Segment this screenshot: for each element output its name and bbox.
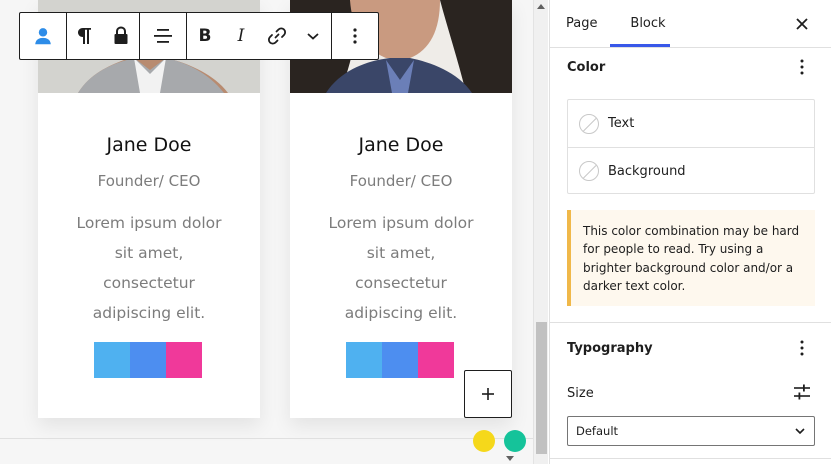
social-links (94, 342, 202, 378)
more-format-button[interactable] (295, 13, 331, 59)
scroll-down-arrow-icon[interactable] (506, 456, 514, 461)
bold-button[interactable]: B (187, 13, 223, 59)
user-block-button[interactable] (20, 13, 66, 59)
member-bio[interactable]: Lorem ipsum dolor sit amet, consectetur … (320, 208, 482, 328)
align-group (140, 13, 187, 59)
typography-section-title: Typography (567, 341, 653, 356)
options-group (332, 13, 378, 59)
editor-canvas: Jane Doe Founder/ CEO Lorem ipsum dolor … (0, 0, 533, 464)
canvas-scrollbar[interactable] (533, 0, 548, 464)
custom-size-toggle[interactable] (793, 383, 811, 401)
more-vertical-icon (800, 59, 804, 75)
link-button[interactable] (259, 13, 295, 59)
italic-button[interactable]: I (223, 13, 259, 59)
background-color-item[interactable]: Background (568, 147, 814, 194)
tab-block[interactable]: Block (624, 0, 672, 48)
text-color-item[interactable]: Text (568, 100, 814, 147)
bio-line: Lorem ipsum dolor (328, 214, 474, 232)
align-center-icon (154, 29, 172, 43)
settings-sidebar: Page Block Color Text Background This co… (549, 0, 831, 464)
member-name[interactable]: Jane Doe (38, 134, 260, 156)
member-name[interactable]: Jane Doe (290, 134, 512, 156)
text-color-label: Text (608, 116, 635, 131)
block-toolbar: B I (19, 12, 379, 60)
social-link-3[interactable] (166, 342, 202, 378)
bio-line: adipiscing elit. (344, 304, 458, 322)
lock-icon (114, 26, 128, 44)
sidebar-bottom-divider (550, 458, 831, 459)
social-link-3[interactable] (418, 342, 454, 378)
bio-line: sit amet, (366, 244, 436, 262)
social-links (346, 342, 454, 378)
grammarly-icon[interactable] (504, 430, 526, 452)
social-link-2[interactable] (382, 342, 418, 378)
grammarly-yellow-icon[interactable] (473, 430, 495, 452)
color-options-button[interactable] (792, 55, 812, 79)
active-tab-indicator (610, 44, 670, 47)
bio-line: Lorem ipsum dolor (76, 214, 222, 232)
background-color-label: Background (608, 163, 686, 179)
lock-button[interactable] (103, 13, 139, 59)
team-member-card[interactable]: Jane Doe Founder/ CEO Lorem ipsum dolor … (38, 0, 260, 418)
no-color-indicator-icon (579, 161, 599, 181)
contrast-warning-notice: This color combination may be hard for p… (567, 210, 815, 306)
font-size-value: Default (576, 424, 619, 438)
scrollbar-thumb[interactable] (536, 322, 547, 454)
pilcrow-icon (78, 28, 91, 44)
member-bio[interactable]: Lorem ipsum dolor sit amet, consectetur … (68, 208, 230, 328)
social-link-2[interactable] (130, 342, 166, 378)
tab-page[interactable]: Page (566, 0, 597, 48)
bio-line: consectetur (103, 274, 195, 292)
link-icon (267, 27, 287, 45)
chevron-down-icon (307, 33, 319, 40)
sidebar-tabs: Page Block (550, 0, 831, 48)
sliders-icon (794, 384, 810, 400)
options-button[interactable] (332, 13, 378, 59)
section-divider (550, 322, 831, 323)
social-link-1[interactable] (94, 342, 130, 378)
canvas-divider (0, 438, 533, 439)
member-role[interactable]: Founder/ CEO (38, 172, 260, 190)
bio-line: sit amet, (114, 244, 184, 262)
more-vertical-icon (800, 340, 804, 356)
bio-line: adipiscing elit. (92, 304, 206, 322)
color-settings-list: Text Background (567, 99, 815, 194)
align-button[interactable] (140, 13, 186, 59)
block-type-group (20, 13, 67, 59)
size-label: Size (567, 386, 594, 401)
social-link-1[interactable] (346, 342, 382, 378)
close-icon (796, 18, 808, 30)
team-member-card[interactable]: Jane Doe Founder/ CEO Lorem ipsum dolor … (290, 0, 512, 418)
transform-group (67, 13, 140, 59)
paragraph-button[interactable] (67, 13, 103, 59)
bold-label: B (198, 26, 212, 46)
format-group: B I (187, 13, 332, 59)
scroll-up-arrow-icon[interactable] (537, 4, 545, 9)
chevron-down-icon (795, 428, 805, 435)
add-block-button[interactable] (464, 370, 512, 418)
plus-icon (482, 388, 494, 400)
font-size-select[interactable]: Default (567, 416, 815, 446)
color-section-title: Color (567, 60, 606, 75)
no-color-indicator-icon (579, 113, 599, 134)
italic-label: I (237, 26, 245, 46)
bio-line: consectetur (355, 274, 447, 292)
more-vertical-icon (353, 28, 357, 44)
member-role[interactable]: Founder/ CEO (290, 172, 512, 190)
close-sidebar-button[interactable] (790, 12, 814, 36)
typography-options-button[interactable] (792, 336, 812, 360)
user-icon (35, 28, 51, 45)
